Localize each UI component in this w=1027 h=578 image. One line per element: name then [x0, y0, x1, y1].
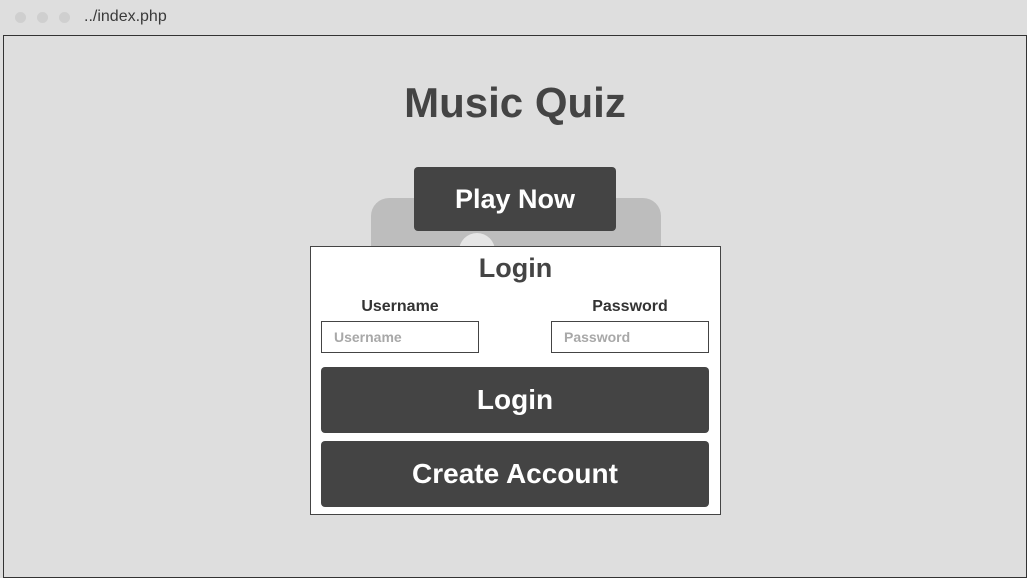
password-label: Password: [592, 298, 668, 315]
login-panel: Login Username Password Login Create Acc…: [310, 246, 721, 515]
page-viewport: Music Quiz Play Now Login Username Passw…: [3, 35, 1027, 578]
page-title: Music Quiz: [404, 79, 626, 126]
username-input[interactable]: [321, 321, 479, 353]
window-minimize-icon[interactable]: [37, 12, 48, 23]
address-bar[interactable]: ../index.php: [84, 8, 167, 26]
create-account-button[interactable]: Create Account: [321, 441, 709, 507]
play-now-button[interactable]: Play Now: [414, 167, 616, 231]
login-button[interactable]: Login: [321, 367, 709, 433]
login-heading: Login: [478, 253, 553, 283]
window-maximize-icon[interactable]: [59, 12, 70, 23]
username-label: Username: [361, 298, 439, 315]
password-input[interactable]: [551, 321, 709, 353]
window-close-icon[interactable]: [15, 12, 26, 23]
browser-titlebar: ../index.php: [0, 0, 1027, 35]
